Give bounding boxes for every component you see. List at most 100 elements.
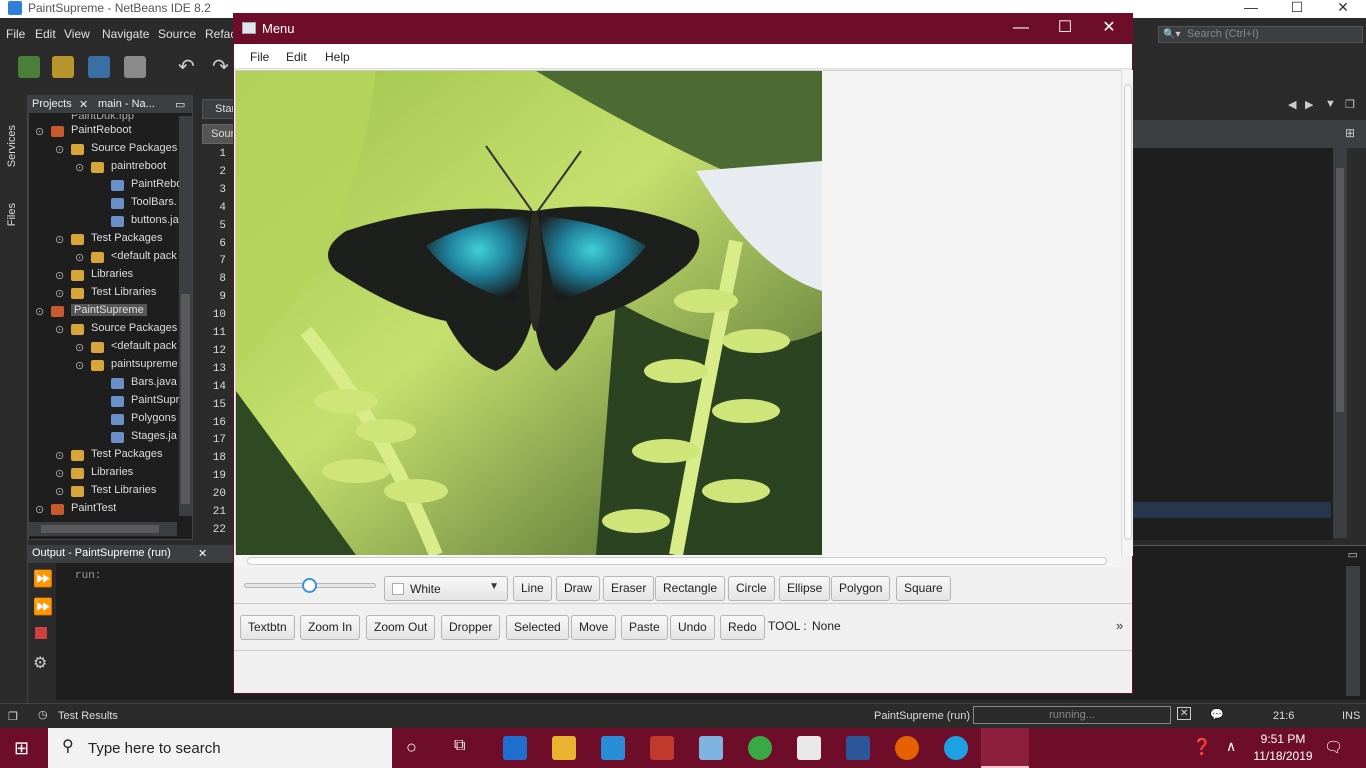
- close-icon[interactable]: ✕: [1320, 0, 1366, 16]
- taskbar-clock[interactable]: 9:51 PM 11/18/2019: [1248, 731, 1318, 765]
- zoom-out-button[interactable]: Zoom Out: [366, 615, 436, 640]
- editor-vscroll[interactable]: [1333, 148, 1347, 538]
- tree-hscroll[interactable]: [29, 522, 177, 536]
- canvas-vscroll[interactable]: [1121, 70, 1133, 556]
- tree-expander-icon[interactable]: ⊙: [55, 287, 64, 300]
- canvas-hscroll[interactable]: [235, 555, 1121, 567]
- tree-expander-icon[interactable]: ⊙: [75, 359, 84, 372]
- notifications-icon[interactable]: 💬: [1210, 708, 1224, 721]
- undo-button[interactable]: Undo: [670, 615, 715, 640]
- settings-icon[interactable]: ⚙: [33, 653, 47, 673]
- scroll-tabs-right-icon[interactable]: ▶: [1305, 98, 1313, 111]
- tree-item[interactable]: <default pack: [111, 250, 177, 262]
- editor-code-area[interactable]: [1133, 148, 1347, 540]
- tree-item[interactable]: Source Packages: [91, 142, 177, 154]
- tree-item[interactable]: Libraries: [91, 466, 133, 478]
- tree-scroll-thumb[interactable]: [181, 294, 190, 504]
- menu-edit[interactable]: Edit: [35, 27, 56, 41]
- close-icon[interactable]: ✕: [79, 98, 88, 111]
- tree-expander-icon[interactable]: ⊙: [35, 125, 44, 138]
- menu-navigate[interactable]: Navigate: [102, 27, 149, 41]
- maximize-icon[interactable]: ☐: [1042, 17, 1088, 41]
- draw-button[interactable]: Draw: [556, 576, 601, 601]
- test-results-tab[interactable]: Test Results: [58, 710, 118, 722]
- tree-hscroll-thumb[interactable]: [41, 525, 159, 533]
- tab-list-icon[interactable]: ▼: [1325, 98, 1336, 110]
- dropper-button[interactable]: Dropper: [441, 615, 501, 640]
- zoom-in-button[interactable]: Zoom In: [300, 615, 361, 640]
- word-icon[interactable]: [846, 736, 870, 760]
- onedrive-icon[interactable]: [601, 736, 625, 760]
- redo-icon[interactable]: ↷: [212, 57, 232, 77]
- tree-item[interactable]: PaintSupreme: [71, 304, 147, 316]
- 3d-viewer-icon[interactable]: [699, 736, 723, 760]
- tree-item[interactable]: Polygons: [131, 412, 176, 424]
- app-menu-file[interactable]: File: [250, 50, 269, 64]
- tree-vscroll[interactable]: [179, 116, 192, 516]
- rerun-icon[interactable]: ⏩: [33, 569, 53, 589]
- file-explorer-icon[interactable]: [552, 736, 576, 760]
- tree-item[interactable]: Test Packages: [91, 448, 163, 460]
- minimize-panel-icon[interactable]: ▭: [175, 98, 185, 111]
- close-icon[interactable]: ✕: [198, 547, 207, 560]
- line-button[interactable]: Line: [513, 576, 552, 601]
- slider-knob[interactable]: [302, 578, 317, 593]
- ellipse-button[interactable]: Ellipse: [779, 576, 831, 601]
- output-tab[interactable]: Output - PaintSupreme (run) ✕: [28, 545, 233, 563]
- canvas-scroll-pane[interactable]: [235, 70, 1123, 556]
- maximize-icon[interactable]: ☐: [1274, 0, 1320, 16]
- restore-icon[interactable]: ❐: [8, 710, 18, 723]
- app-titlebar[interactable]: Menu — ☐ ✕: [234, 14, 1132, 44]
- edge-icon[interactable]: [503, 736, 527, 760]
- rerun-with-options-icon[interactable]: ⏩: [33, 597, 53, 617]
- menu-file[interactable]: File: [6, 27, 25, 41]
- menu-refactor[interactable]: Refac: [205, 27, 236, 41]
- tree-item[interactable]: paintsupreme: [111, 358, 178, 370]
- app-menu-help[interactable]: Help: [325, 50, 350, 64]
- minimize-icon[interactable]: —: [998, 17, 1044, 41]
- minimize-panel-icon[interactable]: ▭: [1348, 548, 1358, 561]
- menu-view[interactable]: View: [64, 27, 90, 41]
- tree-expander-icon[interactable]: ⊙: [55, 449, 64, 462]
- redo-button[interactable]: Redo: [720, 615, 765, 640]
- paint-app-icon[interactable]: [650, 736, 674, 760]
- new-file-icon[interactable]: [18, 56, 40, 78]
- canvas[interactable]: [236, 71, 822, 555]
- stop-icon[interactable]: [35, 627, 47, 639]
- tab-navigator[interactable]: main - Na...: [98, 98, 155, 110]
- windows-start-icon[interactable]: ⊞: [14, 738, 29, 759]
- files-tab[interactable]: Files: [6, 203, 18, 226]
- tree-item[interactable]: ToolBars.: [131, 196, 177, 208]
- tree-expander-icon[interactable]: ⊙: [55, 485, 64, 498]
- tree-expander-icon[interactable]: ⊙: [35, 503, 44, 516]
- save-all-icon[interactable]: [124, 56, 146, 78]
- tree-item[interactable]: PaintRebo: [131, 178, 182, 190]
- textbtn-button[interactable]: Textbtn: [240, 615, 295, 640]
- tree-expander-icon[interactable]: ⊙: [55, 143, 64, 156]
- menu-source[interactable]: Source: [158, 27, 196, 41]
- tree-item[interactable]: <default pack: [111, 340, 177, 352]
- tree-item[interactable]: paintreboot: [111, 160, 166, 172]
- tree-item[interactable]: Stages.ja: [131, 430, 177, 442]
- app-menu-edit[interactable]: Edit: [286, 50, 307, 64]
- eraser-button[interactable]: Eraser: [603, 576, 655, 601]
- tree-expander-icon[interactable]: ⊙: [75, 161, 84, 174]
- open-project-icon[interactable]: [88, 56, 110, 78]
- tree-item[interactable]: Libraries: [91, 268, 133, 280]
- tree-item[interactable]: buttons.ja: [131, 214, 179, 226]
- scroll-tabs-left-icon[interactable]: ◀: [1288, 98, 1296, 111]
- square-button[interactable]: Square: [896, 576, 951, 601]
- line-width-slider[interactable]: [244, 578, 376, 593]
- color-picker[interactable]: White ▼: [384, 576, 508, 601]
- taskbar-search-input[interactable]: ⚲ Type here to search: [48, 728, 392, 768]
- tree-expander-icon[interactable]: ⊙: [55, 233, 64, 246]
- selected-button[interactable]: Selected: [506, 615, 569, 640]
- paste-button[interactable]: Paste: [621, 615, 668, 640]
- output-vscroll[interactable]: [1346, 566, 1360, 696]
- internet-explorer-icon[interactable]: [944, 736, 968, 760]
- move-button[interactable]: Move: [571, 615, 617, 640]
- tree-expander-icon[interactable]: ⊙: [75, 251, 84, 264]
- tree-item[interactable]: Source Packages: [91, 322, 177, 334]
- services-tab[interactable]: Services: [6, 125, 18, 167]
- tree-item[interactable]: Test Libraries: [91, 484, 156, 496]
